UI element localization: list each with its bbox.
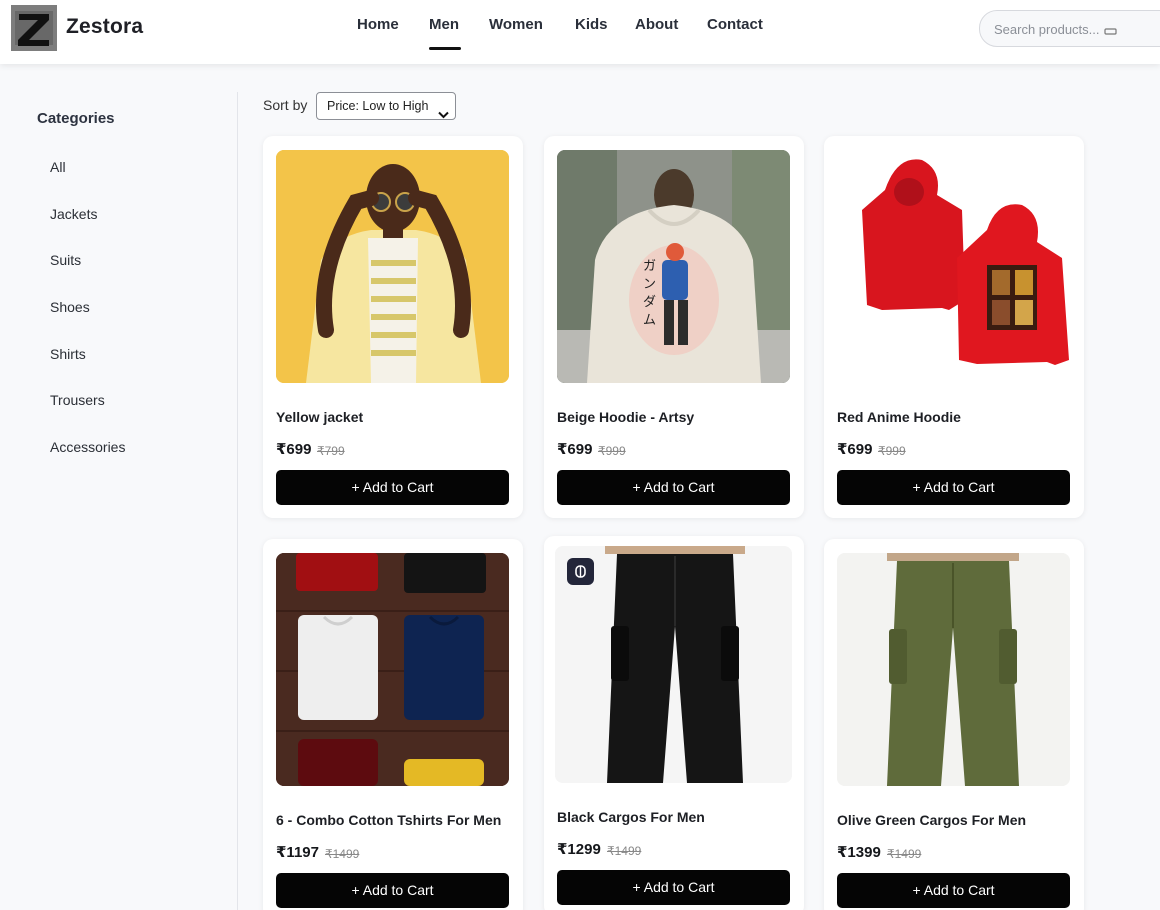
category-all[interactable]: All: [50, 159, 66, 175]
product-old-price: ₹999: [878, 444, 906, 458]
category-jackets[interactable]: Jackets: [50, 206, 97, 222]
add-to-cart-button[interactable]: + Add to Cart: [276, 873, 509, 908]
add-to-cart-button[interactable]: + Add to Cart: [557, 870, 790, 905]
product-old-price: ₹1499: [325, 847, 360, 861]
nav-contact[interactable]: Contact: [707, 16, 763, 33]
product-price: ₹1197: [276, 844, 319, 861]
sort-select[interactable]: Price: Low to High: [316, 92, 456, 120]
product-name[interactable]: Olive Green Cargos For Men: [837, 812, 1026, 828]
product-image[interactable]: [276, 150, 509, 383]
nav-men[interactable]: Men: [429, 16, 459, 33]
wishlist-badge[interactable]: [567, 558, 594, 585]
nav-about[interactable]: About: [635, 16, 678, 33]
product-card[interactable]: Yellow jacket ₹699 ₹799 + Add to Cart: [263, 136, 523, 518]
category-accessories[interactable]: Accessories: [50, 439, 125, 455]
add-to-cart-button[interactable]: + Add to Cart: [557, 470, 790, 505]
product-name[interactable]: 6 - Combo Cotton Tshirts For Men: [276, 812, 501, 828]
product-card[interactable]: ガ ン ダ ム Beige Hoodie - Artsy ₹699 ₹999 +…: [544, 136, 804, 518]
svg-text:ン: ン: [643, 277, 656, 292]
search-icon[interactable]: [1104, 24, 1118, 42]
product-price: ₹1299: [557, 841, 601, 858]
category-shoes[interactable]: Shoes: [50, 299, 90, 315]
category-suits[interactable]: Suits: [50, 252, 81, 268]
search-box[interactable]: [979, 10, 1160, 47]
product-card[interactable]: Black Cargos For Men ₹1299 ₹1499 + Add t…: [544, 536, 804, 910]
product-image[interactable]: [555, 546, 792, 783]
product-name[interactable]: Yellow jacket: [276, 409, 363, 425]
product-old-price: ₹1499: [887, 847, 922, 861]
product-image[interactable]: [276, 553, 509, 786]
svg-text:ダ: ダ: [643, 295, 656, 310]
category-trousers[interactable]: Trousers: [50, 392, 105, 408]
brand-name[interactable]: Zestora: [66, 15, 143, 39]
product-card[interactable]: Red Anime Hoodie ₹699 ₹999 + Add to Cart: [824, 136, 1084, 518]
svg-text:ム: ム: [643, 313, 656, 328]
nav-home[interactable]: Home: [357, 16, 399, 33]
active-nav-indicator: [429, 47, 461, 50]
product-name[interactable]: Black Cargos For Men: [557, 809, 705, 825]
categories-heading: Categories: [37, 110, 115, 127]
add-to-cart-button[interactable]: + Add to Cart: [276, 470, 509, 505]
chevron-down-icon: [438, 102, 449, 128]
sidebar-divider: [237, 92, 238, 910]
sort-label: Sort by: [263, 97, 308, 113]
product-old-price: ₹1499: [607, 844, 642, 858]
logo-icon[interactable]: [11, 5, 57, 51]
nav-kids[interactable]: Kids: [575, 16, 608, 33]
sort-selected-value: Price: Low to High: [327, 99, 429, 113]
site-header: Zestora Home Men Women Kids About Contac…: [0, 0, 1160, 64]
product-price: ₹1399: [837, 844, 881, 861]
product-name[interactable]: Red Anime Hoodie: [837, 409, 961, 425]
svg-text:ガ: ガ: [643, 259, 656, 274]
product-image[interactable]: ガ ン ダ ム: [557, 150, 790, 383]
product-image[interactable]: [837, 150, 1070, 383]
product-card[interactable]: 6 - Combo Cotton Tshirts For Men ₹1197 ₹…: [263, 539, 523, 910]
product-image[interactable]: [837, 553, 1070, 786]
product-old-price: ₹799: [317, 444, 345, 458]
add-to-cart-button[interactable]: + Add to Cart: [837, 873, 1070, 908]
category-shirts[interactable]: Shirts: [50, 346, 86, 362]
nav-women[interactable]: Women: [489, 16, 543, 33]
product-price: ₹699: [837, 441, 873, 458]
product-name[interactable]: Beige Hoodie - Artsy: [557, 409, 694, 425]
product-card[interactable]: Olive Green Cargos For Men ₹1399 ₹1499 +…: [824, 539, 1084, 910]
add-to-cart-button[interactable]: + Add to Cart: [837, 470, 1070, 505]
product-price: ₹699: [276, 441, 312, 458]
product-price: ₹699: [557, 441, 593, 458]
product-old-price: ₹999: [598, 444, 626, 458]
